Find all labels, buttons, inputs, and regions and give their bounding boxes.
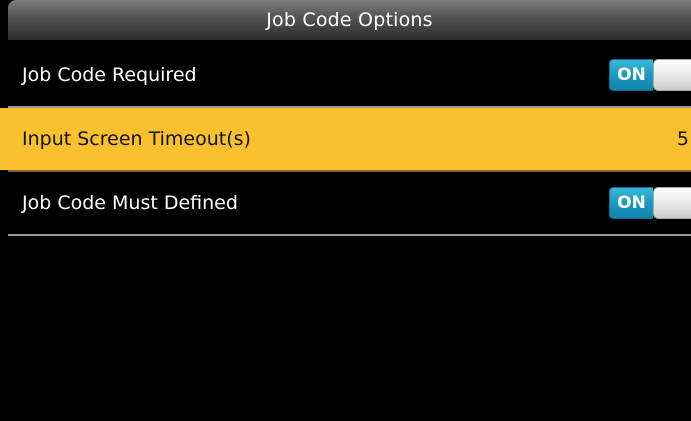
toggle-knob <box>653 59 691 91</box>
option-job-code-required[interactable]: Job Code Required ON <box>0 44 691 106</box>
timeout-value: 5 <box>676 128 689 150</box>
page-title: Job Code Options <box>266 9 433 31</box>
option-input-screen-timeout[interactable]: Input Screen Timeout(s) 5 <box>0 108 691 170</box>
job-code-required-toggle[interactable]: ON <box>609 59 691 91</box>
job-code-options-screen: Job Code Options Job Code Required ON In… <box>0 0 691 421</box>
option-label: Job Code Must Defined <box>22 192 238 214</box>
toggle-on-label: ON <box>609 59 653 91</box>
toggle-knob <box>653 187 691 219</box>
job-code-must-defined-toggle[interactable]: ON <box>609 187 691 219</box>
title-bar: Job Code Options <box>8 0 691 40</box>
option-job-code-must-defined[interactable]: Job Code Must Defined ON <box>0 172 691 234</box>
divider <box>8 234 691 236</box>
toggle-on-label: ON <box>609 187 653 219</box>
option-label: Input Screen Timeout(s) <box>22 128 251 150</box>
option-label: Job Code Required <box>22 64 197 86</box>
